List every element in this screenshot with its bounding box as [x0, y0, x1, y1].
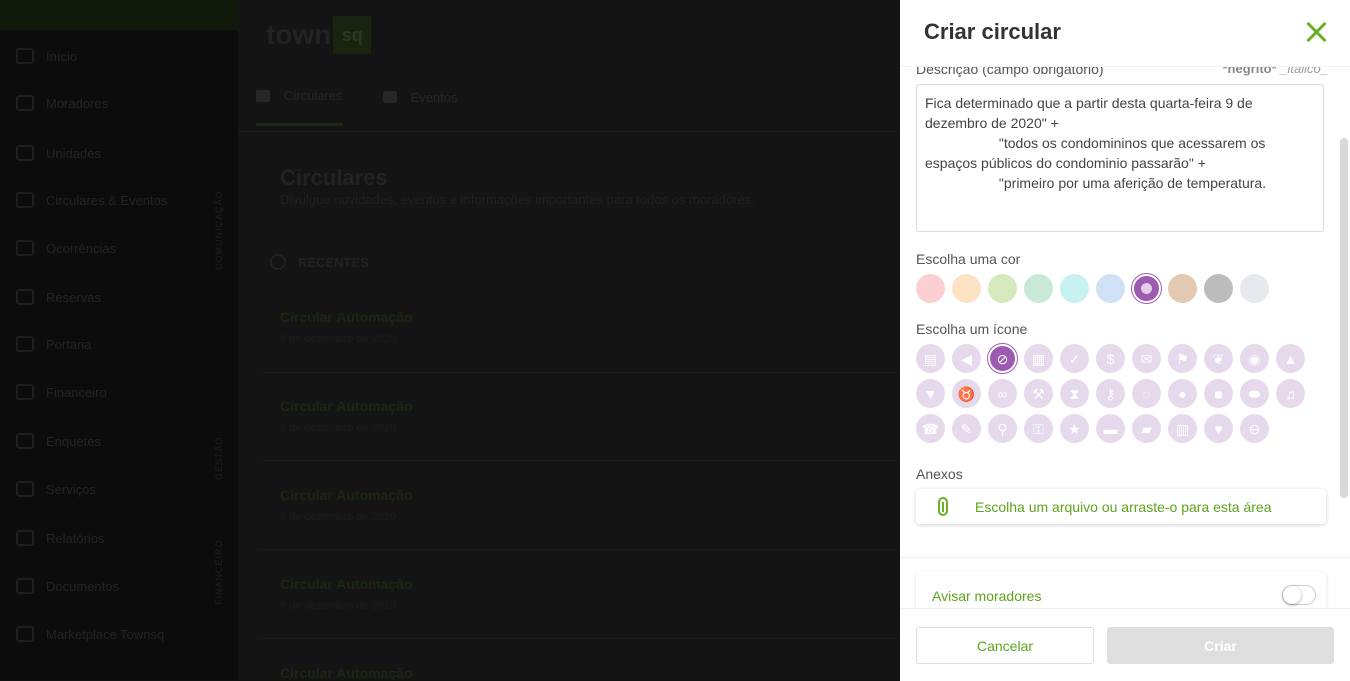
- drawer-header: Criar circular: [900, 0, 1350, 67]
- briefcase-icon[interactable]: ▬: [1096, 414, 1125, 443]
- drawer-footer: Cancelar Criar: [900, 608, 1350, 681]
- warning-icon[interactable]: ▲: [1276, 344, 1305, 373]
- color-swatch[interactable]: [952, 274, 981, 303]
- leaf-icon[interactable]: ❦: [1204, 344, 1233, 373]
- attachment-dropzone[interactable]: Escolha um arquivo ou arraste-o para est…: [916, 489, 1326, 524]
- handshake-icon[interactable]: ∞: [988, 379, 1017, 408]
- cancel-button[interactable]: Cancelar: [916, 627, 1094, 664]
- bell-icon[interactable]: ♫: [1276, 379, 1305, 408]
- drawer-scroll-area: Descrição (campo obrigatório) *negrito* …: [900, 0, 1350, 608]
- key-icon[interactable]: ⚷: [1096, 379, 1125, 408]
- shirt-icon[interactable]: ▼: [916, 379, 945, 408]
- modal-overlay[interactable]: [0, 0, 900, 680]
- notify-residents-card: Avisar moradores: [916, 572, 1326, 608]
- wrench-icon[interactable]: ⚿: [1024, 414, 1053, 443]
- ticket-icon[interactable]: ▰: [1132, 414, 1161, 443]
- lightbulb-icon[interactable]: ◌: [1132, 379, 1161, 408]
- color-swatch[interactable]: [1240, 274, 1269, 303]
- document-icon[interactable]: ▤: [916, 344, 945, 373]
- calculator-icon[interactable]: ▦: [1024, 344, 1053, 373]
- envelope-icon[interactable]: ✉: [1132, 344, 1161, 373]
- car-icon[interactable]: ⊖: [1240, 414, 1269, 443]
- color-swatch[interactable]: [988, 274, 1017, 303]
- notify-residents-label: Avisar moradores: [932, 588, 1042, 604]
- lock-icon[interactable]: ■: [1204, 379, 1233, 408]
- close-icon[interactable]: [1304, 20, 1328, 44]
- color-swatch[interactable]: [1168, 274, 1197, 303]
- description-textarea[interactable]: Fica determinado que a partir desta quar…: [916, 84, 1324, 232]
- megaphone-icon[interactable]: ◀: [952, 344, 981, 373]
- block-icon[interactable]: ⊘: [988, 344, 1017, 373]
- pencil-icon[interactable]: ✎: [952, 414, 981, 443]
- tooth-icon[interactable]: ♉: [952, 379, 981, 408]
- create-button[interactable]: Criar: [1107, 627, 1334, 664]
- heart-icon[interactable]: ♥: [1204, 414, 1233, 443]
- phone-icon[interactable]: ☎: [916, 414, 945, 443]
- book-icon[interactable]: ▥: [1168, 414, 1197, 443]
- pill-icon[interactable]: ⬬: [1240, 379, 1269, 408]
- star-icon[interactable]: ★: [1060, 414, 1089, 443]
- dollar-icon[interactable]: $: [1096, 344, 1125, 373]
- color-picker: [916, 274, 1269, 303]
- icon-label: Escolha um ícone: [916, 321, 1028, 337]
- divider: [900, 557, 1350, 558]
- color-swatch[interactable]: [1096, 274, 1125, 303]
- icon-picker: ▤ ◀ ⊘ ▦ ✓ $ ✉ ⚑ ❦ ◉ ▲ ▼ ♉ ∞ ⚒ ⧗ ⚷ ◌ ● ■ ⬬ ♫ ☎ ✎ ⚲ ⚿ ★ ▬ ▰ ▥ ♥ ⊖: [916, 344, 1305, 443]
- scrollbar[interactable]: [1340, 138, 1348, 498]
- color-swatch[interactable]: [1204, 274, 1233, 303]
- eye-icon[interactable]: ◉: [1240, 344, 1269, 373]
- paperclip-icon: [938, 497, 948, 516]
- color-swatch[interactable]: [1060, 274, 1089, 303]
- color-swatch[interactable]: [1132, 274, 1161, 303]
- color-label: Escolha uma cor: [916, 251, 1021, 267]
- map-pin-icon[interactable]: ●: [1168, 379, 1197, 408]
- attachments-label: Anexos: [916, 466, 963, 482]
- notify-residents-toggle[interactable]: [1282, 585, 1316, 605]
- calendar-check-icon[interactable]: ✓: [1060, 344, 1089, 373]
- drawer-title: Criar circular: [924, 19, 1061, 44]
- create-circular-drawer: Descrição (campo obrigatório) *negrito* …: [900, 0, 1350, 681]
- color-swatch[interactable]: [1024, 274, 1053, 303]
- color-swatch[interactable]: [916, 274, 945, 303]
- flag-icon[interactable]: ⚑: [1168, 344, 1197, 373]
- attach-text: Escolha um arquivo ou arraste-o para est…: [975, 499, 1272, 515]
- hammer-icon[interactable]: ⚒: [1024, 379, 1053, 408]
- search-icon[interactable]: ⚲: [988, 414, 1017, 443]
- hourglass-icon[interactable]: ⧗: [1060, 379, 1089, 408]
